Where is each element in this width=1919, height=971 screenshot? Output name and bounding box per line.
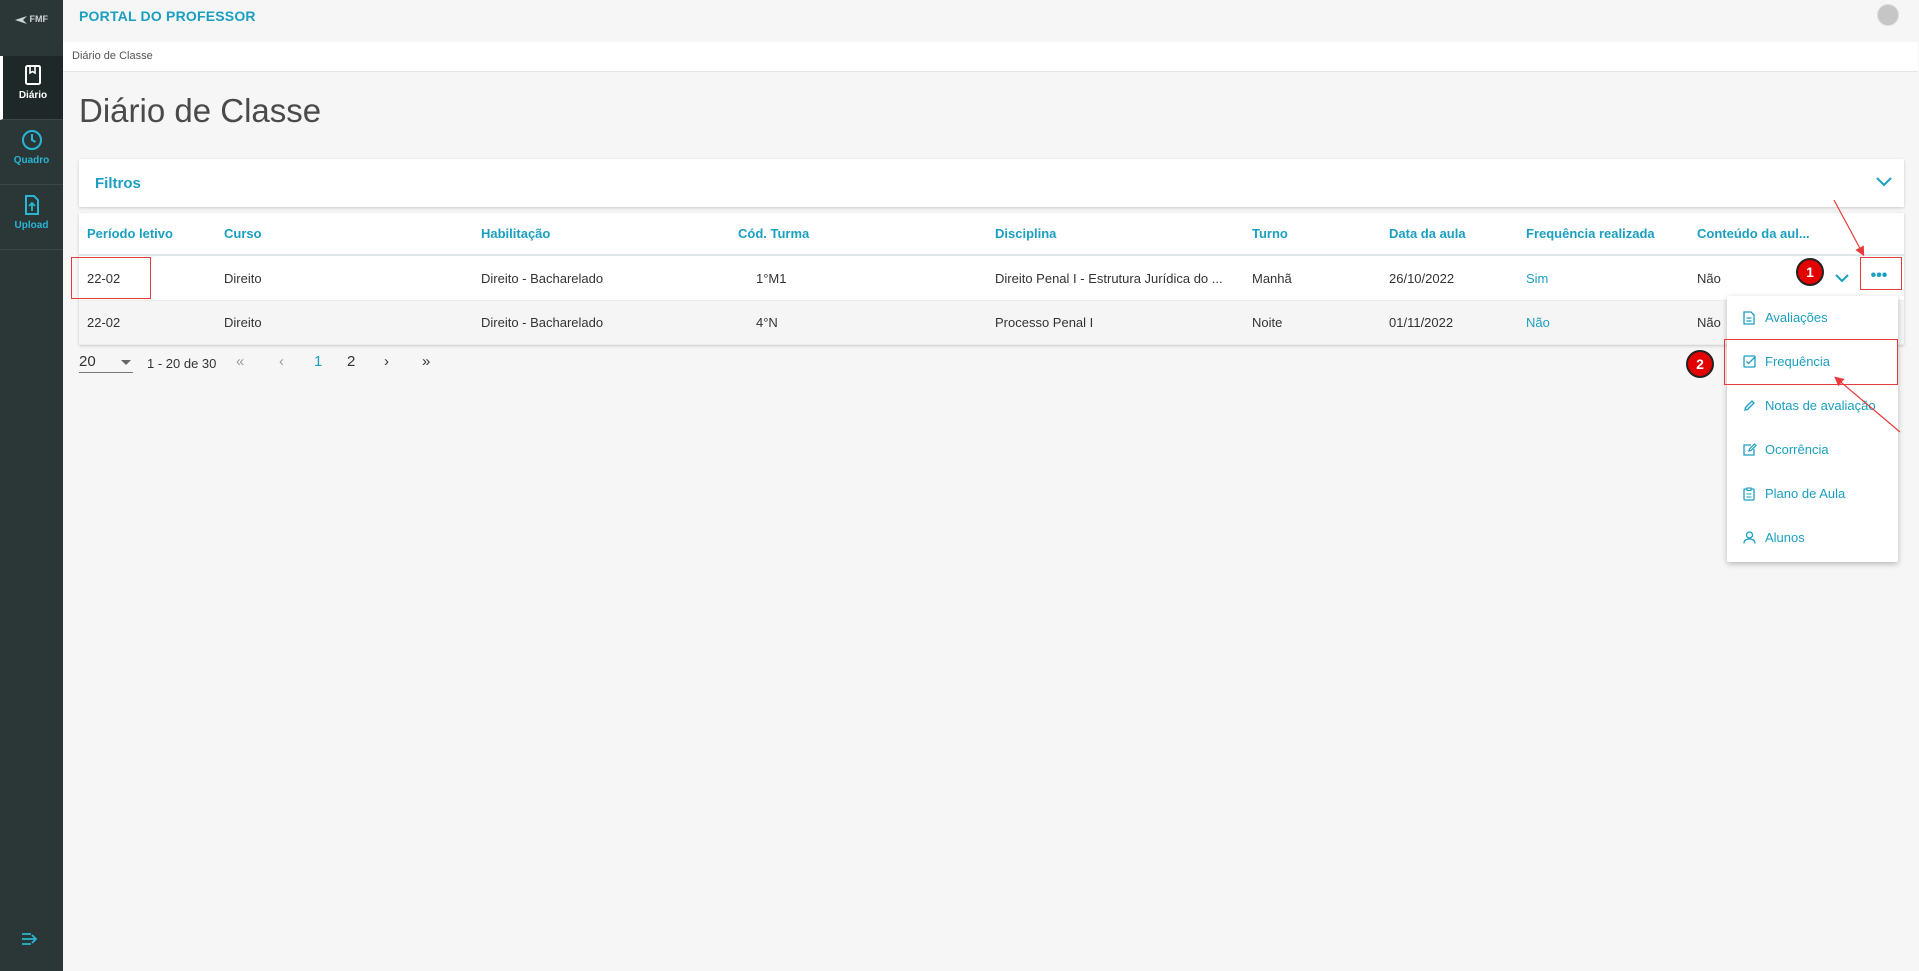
arrow-to-more-button — [1833, 199, 1865, 257]
arrow-to-frequencia — [1834, 376, 1901, 433]
annotation-arrows — [1833, 199, 1901, 433]
